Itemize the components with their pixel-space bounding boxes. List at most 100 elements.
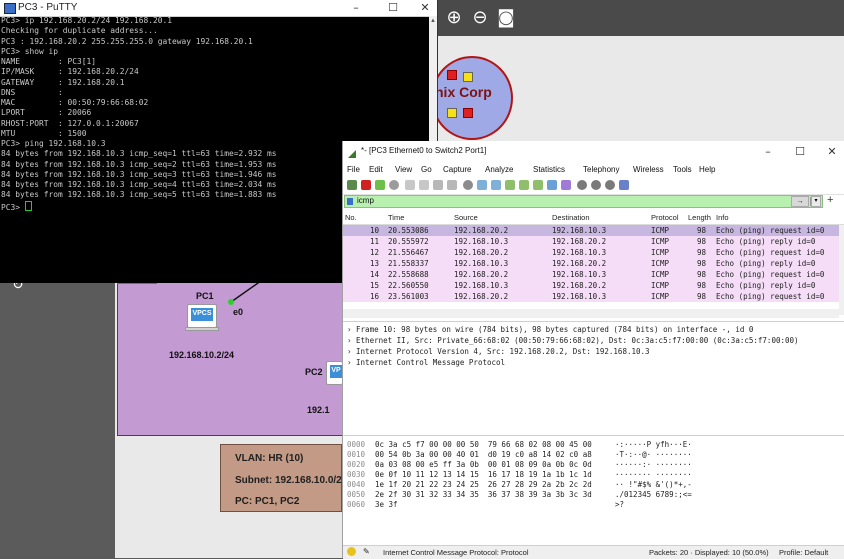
bytes-ascii: >? <box>615 500 625 509</box>
pc1-node[interactable]: VPCS <box>185 304 219 331</box>
expert-info-icon[interactable] <box>347 547 356 556</box>
menu-bar: File Edit View Go Capture Analyze Statistics Te… <box>343 162 844 177</box>
menu-wireless[interactable]: Wireless <box>633 165 664 174</box>
close-icon[interactable]: ✕ <box>821 145 843 158</box>
packet-row[interactable]: 14 22.558688 192.168.20.2 192.168.10.3 ICMP 9… <box>343 269 839 280</box>
packet-row[interactable]: 15 22.560550 192.168.10.3 192.168.20.2 ICMP 9… <box>343 280 839 291</box>
col-source[interactable]: Source <box>454 213 478 222</box>
packet-bytes[interactable]: 0000 0c 3a c5 f7 00 00 00 50 79 66 68 02 … <box>343 435 844 546</box>
normal-size-icon[interactable] <box>605 180 615 190</box>
packet-row[interactable]: 16 23.561003 192.168.20.2 192.168.10.3 ICMP 9… <box>343 291 839 302</box>
packet-list-scrollbar[interactable] <box>839 225 844 315</box>
packet-no: 14 <box>369 270 379 279</box>
menu-edit[interactable]: Edit <box>369 165 383 174</box>
packet-row[interactable]: 13 21.558337 192.168.10.3 192.168.20.2 ICMP 9… <box>343 258 839 269</box>
packet-info: Echo (ping) reply id=0 <box>716 281 816 290</box>
start-capture-icon[interactable] <box>347 180 357 190</box>
go-to-packet-icon[interactable] <box>505 180 515 190</box>
subnet-text: Subnet: 192.168.10.0/2 <box>235 475 342 486</box>
zoom-out-icon[interactable] <box>591 180 601 190</box>
expand-arrow-icon[interactable]: › <box>347 336 356 345</box>
stop-capture-icon[interactable] <box>361 180 371 190</box>
col-destination[interactable]: Destination <box>552 213 590 222</box>
terminal-line: MAC : 00:50:79:66:68:02 <box>1 98 149 107</box>
pc2-node[interactable]: VP <box>326 361 342 385</box>
packet-time: 21.556467 <box>388 248 429 257</box>
packet-row[interactable]: 11 20.555972 192.168.10.3 192.168.20.2 ICMP 9… <box>343 236 839 247</box>
detail-tree-item[interactable]: › Frame 10: 98 bytes on wire (784 bits),… <box>347 324 753 335</box>
menu-telephony[interactable]: Telephony <box>583 165 619 174</box>
terminal-cursor <box>24 200 32 211</box>
bytes-offset: 0040 <box>347 480 366 489</box>
minimize-icon[interactable]: – <box>757 145 779 158</box>
reload-icon[interactable] <box>447 180 457 190</box>
save-file-icon[interactable] <box>419 180 429 190</box>
wireshark-fin-icon <box>347 146 357 158</box>
scroll-up-icon[interactable]: ▲ <box>430 18 436 24</box>
menu-statistics[interactable]: Statistics <box>533 165 565 174</box>
packet-row[interactable]: 10 20.553086 192.168.20.2 192.168.10.3 ICMP 9… <box>343 225 839 236</box>
detail-tree-item[interactable]: › Ethernet II, Src: Private_66:68:02 (00… <box>347 335 799 346</box>
apply-filter-icon[interactable]: → <box>791 196 809 207</box>
col-length[interactable]: Length <box>688 213 711 222</box>
maximize-icon[interactable]: ☐ <box>789 145 811 158</box>
menu-file[interactable]: File <box>347 165 360 174</box>
expand-arrow-icon[interactable]: › <box>347 358 356 367</box>
zoom-in-icon[interactable] <box>577 180 587 190</box>
menu-analyze[interactable]: Analyze <box>485 165 513 174</box>
putty-titlebar[interactable]: PC3 - PuTTY – ☐ ✕ <box>0 0 437 17</box>
packet-details[interactable]: › Frame 10: 98 bytes on wire (784 bits),… <box>343 321 844 432</box>
packet-src: 192.168.20.2 <box>454 270 509 279</box>
minimize-icon[interactable]: – <box>345 1 367 14</box>
add-filter-button-icon[interactable]: + <box>827 194 833 206</box>
terminal-line: Checking for duplicate address... <box>1 26 158 36</box>
go-back-icon[interactable] <box>477 180 487 190</box>
vlan-info-note[interactable]: VLAN: HR (10) Subnet: 192.168.10.0/2 PC:… <box>220 444 342 512</box>
wireshark-titlebar[interactable]: *- [PC3 Ethernet0 to Switch2 Port1] – ☐ … <box>343 141 844 161</box>
edit-comment-icon[interactable]: ✎ <box>363 547 370 556</box>
go-forward-icon[interactable] <box>491 180 501 190</box>
packet-row[interactable]: 12 21.556467 192.168.20.2 192.168.10.3 ICMP 9… <box>343 247 839 258</box>
packet-no: 10 <box>369 226 379 235</box>
detail-tree-item[interactable]: › Internet Protocol Version 4, Src: 192.… <box>347 346 650 357</box>
profile-name[interactable]: Profile: Default <box>779 548 828 557</box>
bookmark-icon[interactable] <box>347 198 353 205</box>
expand-arrow-icon[interactable]: › <box>347 347 356 356</box>
close-file-icon[interactable] <box>433 180 443 190</box>
options-icon[interactable] <box>389 180 399 190</box>
col-info[interactable]: Info <box>716 213 729 222</box>
find-packet-icon[interactable] <box>463 180 473 190</box>
menu-go[interactable]: Go <box>421 165 432 174</box>
menu-tools[interactable]: Tools <box>673 165 692 174</box>
display-filter-input[interactable]: icmp ✕ <box>344 195 823 208</box>
close-icon[interactable]: ✕ <box>414 1 436 14</box>
packet-info: Echo (ping) request id=0 <box>716 226 825 235</box>
restart-capture-icon[interactable] <box>375 180 385 190</box>
wireshark-window[interactable]: *- [PC3 Ethernet0 to Switch2 Port1] – ☐ … <box>342 141 844 559</box>
col-protocol[interactable]: Protocol <box>651 213 679 222</box>
bytes-ascii: ······:· ········ <box>615 460 692 469</box>
menu-help[interactable]: Help <box>699 165 715 174</box>
bytes-hex: 3e 3f <box>375 500 398 509</box>
autoscroll-icon[interactable] <box>547 180 557 190</box>
col-no[interactable]: No. <box>345 213 357 222</box>
pc1-interface-label: e0 <box>233 307 244 317</box>
packet-list-hscrollbar[interactable] <box>343 309 839 318</box>
resize-columns-icon[interactable] <box>619 180 629 190</box>
expand-arrow-icon[interactable]: › <box>347 325 356 334</box>
putty-app-icon <box>4 3 16 14</box>
last-packet-icon[interactable] <box>533 180 543 190</box>
filter-history-icon[interactable]: ▾ <box>811 196 821 207</box>
colorize-icon[interactable] <box>561 180 571 190</box>
detail-tree-item[interactable]: › Internet Control Message Protocol <box>347 357 505 368</box>
open-file-icon[interactable] <box>405 180 415 190</box>
first-packet-icon[interactable] <box>519 180 529 190</box>
col-time[interactable]: Time <box>388 213 404 222</box>
maximize-icon[interactable]: ☐ <box>382 1 404 14</box>
menu-capture[interactable]: Capture <box>443 165 471 174</box>
menu-view[interactable]: View <box>395 165 412 174</box>
packet-info: Echo (ping) reply id=0 <box>716 259 816 268</box>
packet-src: 192.168.10.3 <box>454 281 509 290</box>
putty-title: PC3 - PuTTY <box>18 2 78 13</box>
packet-proto: ICMP <box>651 237 670 246</box>
